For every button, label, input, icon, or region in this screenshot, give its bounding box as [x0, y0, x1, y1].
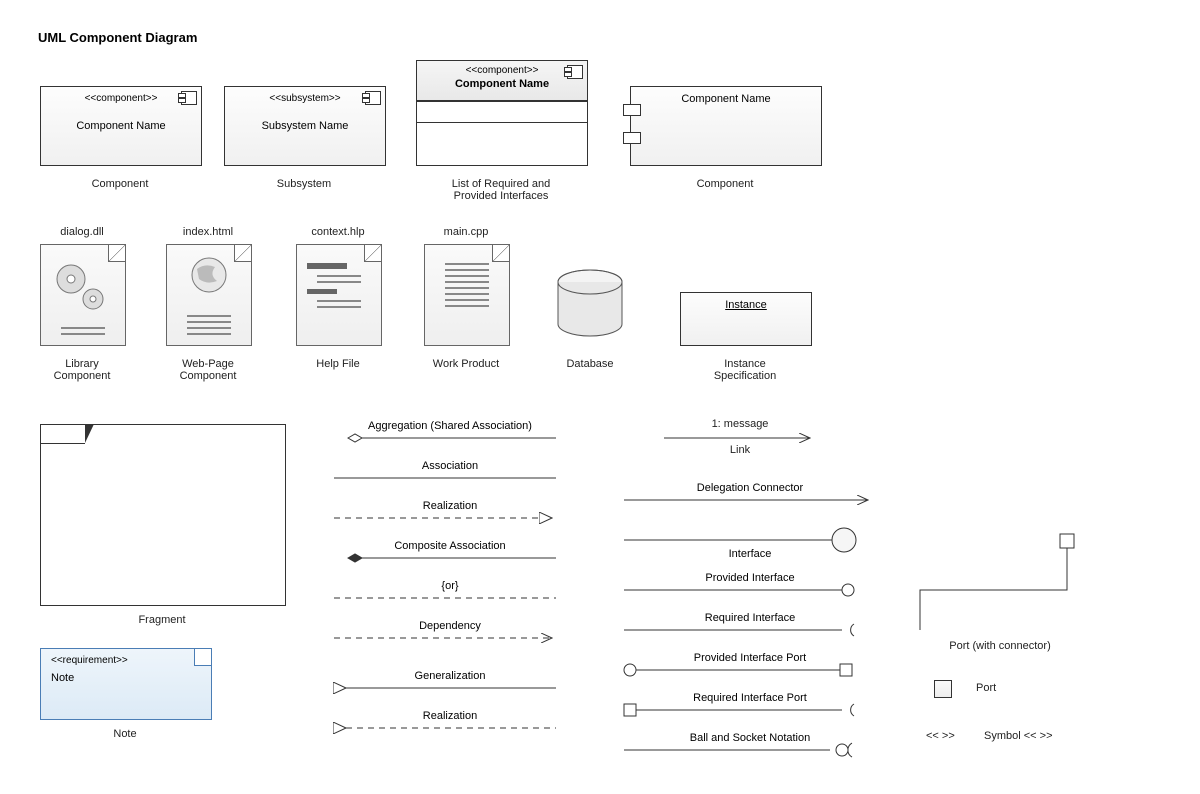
stereotype: <<component>> [417, 61, 587, 76]
note-stereo: <<requirement>> [41, 649, 211, 672]
rel-label: Realization [340, 500, 560, 512]
port-connector-label: Port (with connector) [920, 640, 1080, 652]
component-icon [567, 65, 583, 79]
component-name: Component Name [417, 76, 587, 90]
stereotype: <<component>> [41, 87, 201, 104]
port-connector [910, 530, 1090, 640]
rel-label: Required Interface Port [640, 692, 860, 704]
work-label: Work Product [414, 358, 518, 370]
component-icon [181, 91, 197, 105]
component-icon [365, 91, 381, 105]
rel-label: Association [340, 460, 560, 472]
uml-component-diagram: UML Component Diagram <<component>> Comp… [0, 0, 1200, 794]
symbol-right: Symbol << >> [984, 730, 1084, 742]
interfaces-label: List of Required and Provided Interfaces [416, 178, 586, 202]
webpage-label: Web-Page Component [156, 358, 260, 382]
fragment-tab [40, 424, 85, 444]
component-name: Component Name [41, 104, 201, 132]
fragment-label: Fragment [40, 614, 284, 626]
link-message: 1: message [660, 418, 820, 430]
rel-label: Dependency [340, 620, 560, 632]
rel-label: Provided Interface Port [640, 652, 860, 664]
rel-label: Aggregation (Shared Association) [340, 420, 560, 432]
component-with-ports: Component Name [630, 86, 822, 166]
link-label: Link [660, 444, 820, 456]
instance-name: Instance [681, 293, 811, 311]
file-name: context.hlp [296, 226, 380, 238]
rel-label: Ball and Socket Notation [640, 732, 860, 744]
rel-label: {or} [340, 580, 560, 592]
component-label: Component [630, 178, 820, 190]
port-icon [934, 680, 952, 698]
note-text: Note [41, 672, 211, 684]
rel-label: Delegation Connector [640, 482, 860, 494]
file-name: main.cpp [424, 226, 508, 238]
stereotype: <<subsystem>> [225, 87, 385, 104]
port-icon [623, 132, 641, 144]
fragment-box [40, 424, 286, 606]
note-box: <<requirement>> Note [40, 648, 212, 720]
rel-label: Generalization [340, 670, 560, 682]
rel-label: Realization [340, 710, 560, 722]
instance-box: Instance [680, 292, 812, 346]
database-icon [550, 268, 630, 344]
component-name: Component Name [631, 87, 821, 105]
webpage-doc-icon [166, 244, 252, 346]
help-label: Help File [286, 358, 390, 370]
subsystem-name: Subsystem Name [225, 104, 385, 132]
gears-icon [49, 259, 117, 319]
interfaces-header: <<component>> Component Name [416, 60, 588, 101]
subsystem-box: <<subsystem>> Subsystem Name [224, 86, 386, 166]
symbol-left: << >> [926, 730, 976, 742]
library-label: Library Component [30, 358, 134, 382]
instance-label: Instance Specification [680, 358, 810, 382]
rel-label: Required Interface [640, 612, 860, 624]
help-doc-icon [296, 244, 382, 346]
work-doc-icon [424, 244, 510, 346]
diagram-title: UML Component Diagram [38, 30, 197, 45]
rel-label: Provided Interface [640, 572, 860, 584]
file-name: index.html [166, 226, 250, 238]
library-doc-icon [40, 244, 126, 346]
port-icon [623, 104, 641, 116]
rel-label: Interface [640, 548, 860, 560]
rel-label: Composite Association [340, 540, 560, 552]
port-label: Port [976, 682, 1036, 694]
file-name: dialog.dll [40, 226, 124, 238]
component-label: Component [40, 178, 200, 190]
globe-icon [189, 255, 229, 295]
subsystem-label: Subsystem [224, 178, 384, 190]
database-label: Database [540, 358, 640, 370]
component-box: <<component>> Component Name [40, 86, 202, 166]
interfaces-body [416, 100, 588, 166]
note-label: Note [40, 728, 210, 740]
